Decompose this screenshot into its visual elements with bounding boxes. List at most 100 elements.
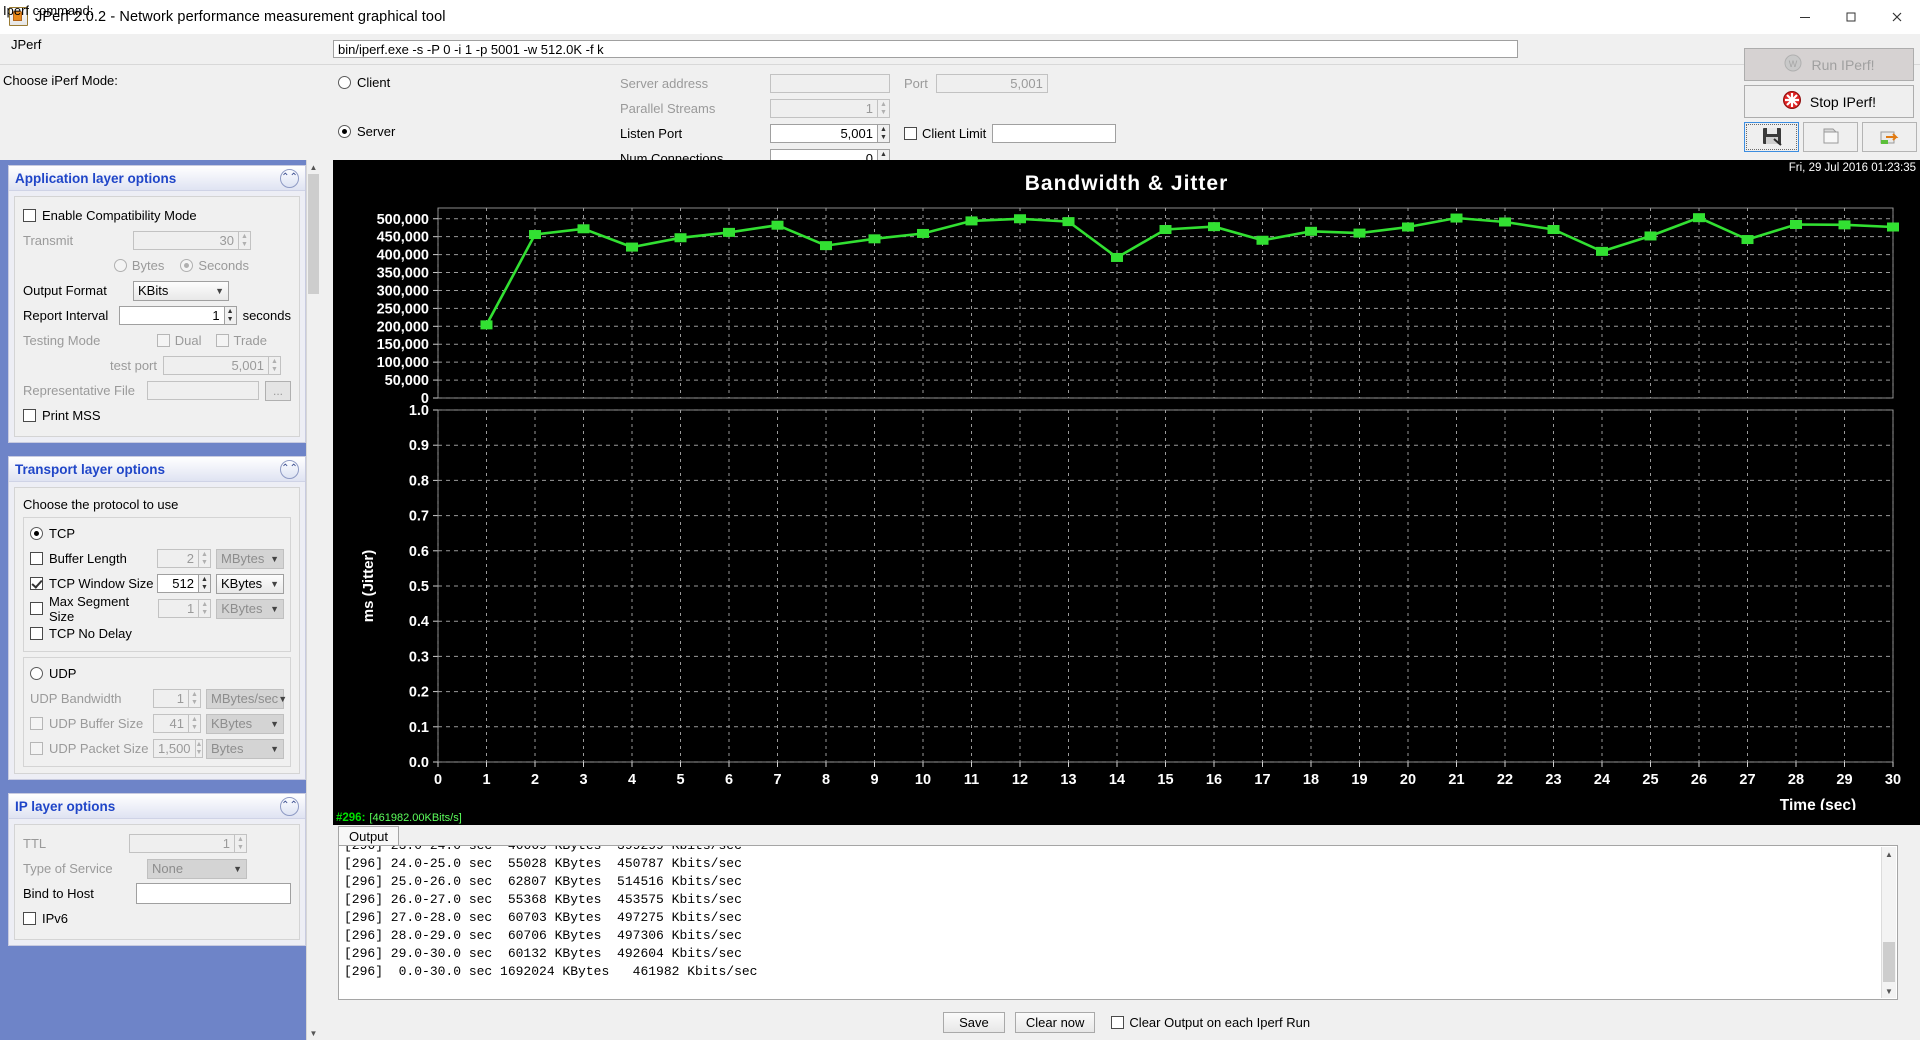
listen-port-spin-buttons[interactable]: ▲ ▼ (877, 124, 890, 143)
minimize-icon[interactable] (1782, 0, 1828, 33)
report-interval-spin-buttons[interactable]: ▲ ▼ (223, 306, 237, 325)
transport-layer-body: Choose the protocol to use TCP Buffer Le… (14, 487, 300, 774)
ipv6-checkbox[interactable]: IPv6 (23, 911, 68, 926)
max-segment-spin-buttons[interactable]: ▲ ▼ (198, 599, 212, 618)
tcp-window-spin-buttons[interactable]: ▲ ▼ (198, 574, 211, 593)
tos-select[interactable]: None ▼ (147, 858, 247, 879)
radio-bytes[interactable]: Bytes (113, 258, 164, 273)
trade-checkbox[interactable]: Trade (215, 333, 267, 348)
bind-to-host-input[interactable] (136, 883, 291, 904)
radio-tcp[interactable]: TCP (30, 526, 75, 541)
chevron-up-icon[interactable]: ⌃⌃ (280, 459, 299, 479)
print-mss-checkbox[interactable]: Print MSS (23, 408, 101, 423)
chevron-up-icon[interactable]: ⌃⌃ (280, 796, 299, 816)
enable-compat-checkbox[interactable]: Enable Compatibility Mode (23, 208, 197, 223)
max-segment-input[interactable]: 1 (157, 599, 199, 618)
listen-port-input[interactable]: 5,001 (770, 124, 877, 143)
udp-packet-spin-buttons[interactable]: ▲ ▼ (194, 739, 204, 758)
clear-each-run-checkbox[interactable]: Clear Output on each Iperf Run (1111, 1015, 1310, 1030)
ttl-row: TTL 1 ▲ ▼ (23, 831, 291, 856)
options-scrollbar[interactable]: ▲ ▼ (306, 160, 320, 1040)
output-console[interactable]: [296] 23.0-24.0 sec 46669 KBytes 399299 … (338, 845, 1898, 1000)
tab-output[interactable]: Output (338, 826, 400, 845)
output-scrollbar[interactable]: ▲ ▼ (1881, 847, 1896, 998)
port-input[interactable]: 5,001 (935, 74, 1048, 93)
udp-bandwidth-unit-select[interactable]: MBytes/sec ▼ (206, 688, 287, 709)
listen-port-row: Listen Port 5,001 ▲ ▼ Client Limit (620, 124, 1117, 143)
scroll-thumb[interactable] (308, 174, 319, 294)
output-format-select[interactable]: KBits ▼ (133, 280, 229, 301)
scroll-thumb[interactable] (1883, 942, 1895, 982)
buffer-length-spin-buttons[interactable]: ▲ ▼ (198, 549, 211, 568)
udp-buffer-stepper[interactable]: 41 ▲ ▼ (153, 714, 201, 733)
udp-buffer-spin-buttons[interactable]: ▲ ▼ (188, 714, 201, 733)
run-disabled-icon: W (1783, 53, 1803, 76)
tcp-window-input[interactable]: 512 (157, 574, 198, 593)
close-icon[interactable] (1874, 0, 1920, 33)
chevron-up-icon[interactable]: ⌃⌃ (280, 168, 299, 188)
listen-port-stepper[interactable]: 5,001 ▲ ▼ (770, 124, 890, 143)
udp-bandwidth-stepper[interactable]: 1 ▲ ▼ (153, 689, 201, 708)
save-button[interactable] (1744, 122, 1799, 152)
export-button[interactable] (1862, 122, 1917, 152)
radio-server[interactable]: Server (338, 124, 395, 139)
menu-item-jperf[interactable]: JPerf (5, 36, 47, 53)
ttl-spin-buttons[interactable]: ▲ ▼ (234, 834, 247, 853)
max-segment-checkbox[interactable]: Max Segment Size (30, 594, 158, 624)
parallel-streams-stepper[interactable]: 1 ▲ ▼ (770, 99, 890, 118)
udp-packet-stepper[interactable]: 1,500 ▲ ▼ (153, 739, 204, 758)
test-port-input[interactable]: 5,001 (163, 356, 268, 375)
parallel-streams-spin-buttons[interactable]: ▲ ▼ (877, 99, 890, 118)
buffer-length-checkbox[interactable]: Buffer Length (30, 551, 127, 566)
client-limit-input[interactable] (992, 124, 1117, 143)
maximize-icon[interactable] (1828, 0, 1874, 33)
run-iperf-button[interactable]: W Run IPerf! (1744, 48, 1914, 81)
buffer-length-unit-select[interactable]: MBytes ▼ (216, 548, 284, 569)
buffer-length-stepper[interactable]: 2 ▲ ▼ (157, 549, 211, 568)
iperf-command-input[interactable]: bin/iperf.exe -s -P 0 -i 1 -p 5001 -w 51… (333, 40, 1518, 58)
ttl-input[interactable]: 1 (129, 834, 234, 853)
radio-udp[interactable]: UDP (30, 666, 76, 681)
report-interval-input[interactable]: 1 (118, 306, 224, 325)
scroll-up-icon[interactable]: ▲ (1882, 847, 1896, 861)
max-segment-unit-select[interactable]: KBytes ▼ (216, 598, 284, 619)
tcp-window-unit-select[interactable]: KBytes ▼ (216, 573, 284, 594)
report-interval-stepper[interactable]: 1 ▲ ▼ (118, 306, 237, 325)
parallel-streams-input[interactable]: 1 (770, 99, 877, 118)
udp-buffer-unit-select[interactable]: KBytes ▼ (206, 713, 284, 734)
representative-file-input[interactable] (147, 381, 259, 400)
clear-now-button[interactable]: Clear now (1014, 1011, 1096, 1033)
scroll-up-icon[interactable]: ▲ (307, 160, 320, 174)
udp-packet-checkbox[interactable]: UDP Packet Size (30, 741, 148, 756)
scroll-down-icon[interactable]: ▼ (307, 1026, 320, 1040)
dual-checkbox[interactable]: Dual (156, 333, 202, 348)
radio-client[interactable]: Client (338, 75, 390, 90)
udp-packet-unit-select[interactable]: Bytes ▼ (206, 738, 284, 759)
transmit-stepper[interactable]: 30 ▲ ▼ (133, 231, 251, 250)
max-segment-stepper[interactable]: 1 ▲ ▼ (157, 599, 212, 618)
buffer-length-input[interactable]: 2 (157, 549, 198, 568)
radio-seconds[interactable]: Seconds (180, 258, 249, 273)
udp-buffer-checkbox[interactable]: UDP Buffer Size (30, 716, 143, 731)
ttl-stepper[interactable]: 1 ▲ ▼ (129, 834, 247, 853)
scroll-down-icon[interactable]: ▼ (1882, 984, 1896, 998)
udp-bandwidth-input[interactable]: 1 (153, 689, 188, 708)
udp-buffer-input[interactable]: 41 (153, 714, 188, 733)
test-port-stepper[interactable]: 5,001 ▲ ▼ (163, 356, 281, 375)
client-limit-checkbox[interactable]: Client Limit (904, 126, 986, 141)
svg-text:0.1: 0.1 (409, 720, 429, 736)
udp-bandwidth-spin-buttons[interactable]: ▲ ▼ (188, 689, 201, 708)
tcp-window-stepper[interactable]: 512 ▲ ▼ (157, 574, 211, 593)
transmit-spin-buttons[interactable]: ▲ ▼ (238, 231, 251, 250)
transmit-input[interactable]: 30 (133, 231, 238, 250)
open-button[interactable] (1803, 122, 1858, 152)
tcp-window-row: TCP Window Size 512 ▲ ▼ KBytes ▼ (30, 571, 284, 596)
representative-file-browse-button[interactable]: ... (265, 380, 291, 401)
save-output-button[interactable]: Save (942, 1011, 1005, 1033)
udp-packet-input[interactable]: 1,500 (153, 739, 195, 758)
server-address-input[interactable] (770, 74, 890, 93)
test-port-spin-buttons[interactable]: ▲ ▼ (268, 356, 281, 375)
tcp-no-delay-checkbox[interactable]: TCP No Delay (30, 626, 132, 641)
tcp-window-checkbox[interactable]: TCP Window Size (30, 576, 154, 591)
stop-iperf-button[interactable]: Stop IPerf! (1744, 85, 1914, 118)
